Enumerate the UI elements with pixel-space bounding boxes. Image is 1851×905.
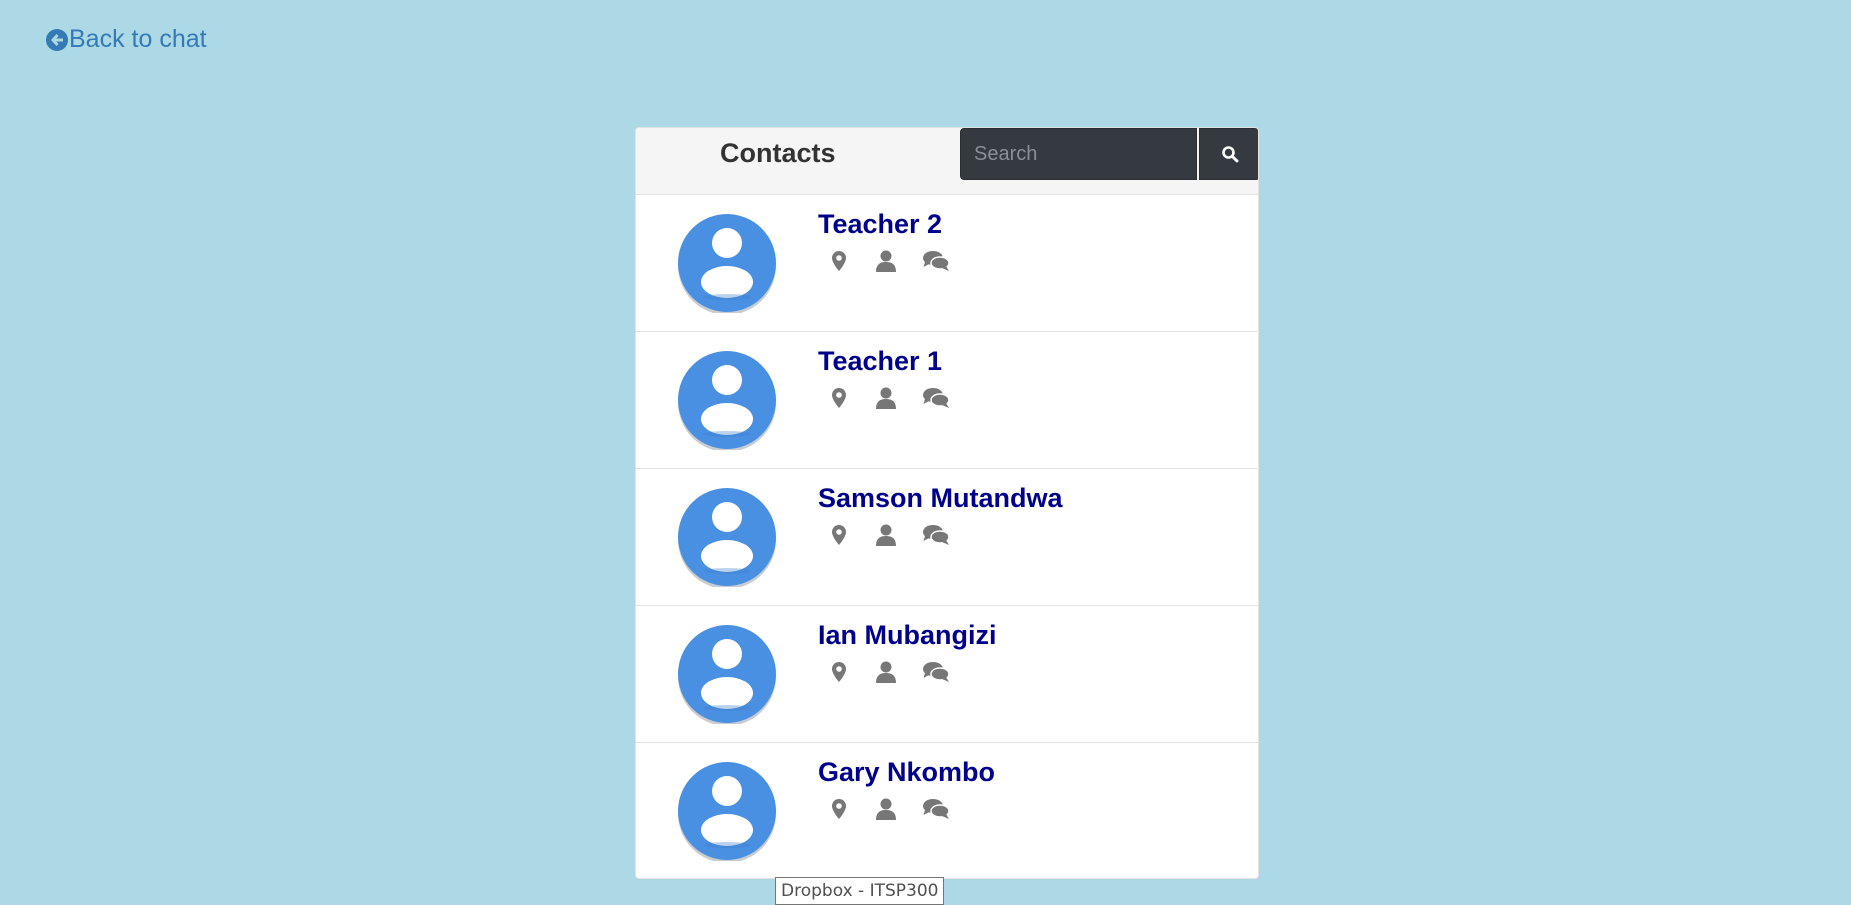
comments-icon[interactable] bbox=[922, 386, 950, 410]
map-marker-icon[interactable] bbox=[830, 249, 848, 273]
avatar[interactable] bbox=[677, 761, 777, 863]
avatar[interactable] bbox=[677, 487, 777, 589]
user-icon[interactable] bbox=[875, 523, 897, 547]
map-marker-icon[interactable] bbox=[830, 523, 848, 547]
user-icon[interactable] bbox=[875, 797, 897, 821]
contact-name[interactable]: Ian Mubangizi bbox=[818, 620, 997, 651]
map-marker-icon[interactable] bbox=[830, 386, 848, 410]
comments-icon[interactable] bbox=[922, 797, 950, 821]
comments-icon[interactable] bbox=[922, 660, 950, 684]
contact-name[interactable]: Teacher 2 bbox=[818, 209, 942, 240]
contact-name[interactable]: Gary Nkombo bbox=[818, 757, 995, 788]
map-marker-icon[interactable] bbox=[830, 660, 848, 684]
search-box bbox=[960, 128, 1258, 180]
contact-actions bbox=[830, 660, 950, 684]
contact-row[interactable]: Ian Mubangizi bbox=[636, 606, 1258, 743]
comments-icon[interactable] bbox=[922, 523, 950, 547]
arrow-circle-left-icon bbox=[46, 28, 68, 51]
tooltip: Dropbox - ITSP300 bbox=[775, 877, 945, 905]
avatar[interactable] bbox=[677, 213, 777, 315]
map-marker-icon[interactable] bbox=[830, 797, 848, 821]
contact-name[interactable]: Teacher 1 bbox=[818, 346, 942, 377]
contacts-panel: Contacts Teacher 2 bbox=[635, 127, 1259, 879]
back-to-chat-link[interactable]: Back to chat bbox=[46, 25, 207, 54]
user-icon[interactable] bbox=[875, 660, 897, 684]
avatar[interactable] bbox=[677, 624, 777, 726]
back-to-chat-label: Back to chat bbox=[69, 25, 207, 53]
contact-row[interactable]: Teacher 1 bbox=[636, 332, 1258, 469]
contact-actions bbox=[830, 797, 950, 821]
contact-actions bbox=[830, 386, 950, 410]
panel-title: Contacts bbox=[720, 138, 836, 168]
avatar[interactable] bbox=[677, 350, 777, 452]
search-icon bbox=[1221, 145, 1239, 163]
search-button[interactable] bbox=[1199, 128, 1258, 180]
contact-list: Teacher 2 Teacher 1 Samson Mutandwa Ian … bbox=[636, 195, 1258, 878]
contact-row[interactable]: Gary Nkombo bbox=[636, 743, 1258, 878]
panel-header: Contacts bbox=[636, 128, 1258, 195]
search-input[interactable] bbox=[960, 128, 1197, 180]
contact-actions bbox=[830, 523, 950, 547]
contact-row[interactable]: Samson Mutandwa bbox=[636, 469, 1258, 606]
contact-row[interactable]: Teacher 2 bbox=[636, 195, 1258, 332]
contact-actions bbox=[830, 249, 950, 273]
contact-name[interactable]: Samson Mutandwa bbox=[818, 483, 1063, 514]
user-icon[interactable] bbox=[875, 249, 897, 273]
user-icon[interactable] bbox=[875, 386, 897, 410]
comments-icon[interactable] bbox=[922, 249, 950, 273]
